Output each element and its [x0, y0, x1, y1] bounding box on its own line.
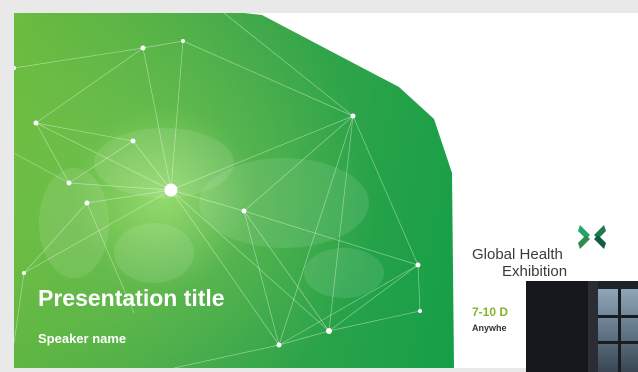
presentation-title: Presentation title	[38, 285, 225, 311]
webcam-wall	[588, 281, 598, 372]
webcam-shadow	[526, 281, 588, 372]
window-frame	[618, 289, 621, 372]
global-health-x-logo-icon	[578, 225, 606, 249]
event-date: 7-10 D	[472, 305, 509, 319]
logo-line-2: Exhibition	[502, 263, 568, 280]
speaker-name: Speaker name	[38, 331, 127, 346]
event-logo-text: Global Health Exhibition	[472, 246, 567, 280]
event-location: Anywhe	[472, 323, 507, 333]
logo-line-1: Global Health	[472, 246, 563, 263]
webcam-video-overlay[interactable]	[526, 281, 638, 372]
world-network-graphic	[14, 13, 422, 368]
